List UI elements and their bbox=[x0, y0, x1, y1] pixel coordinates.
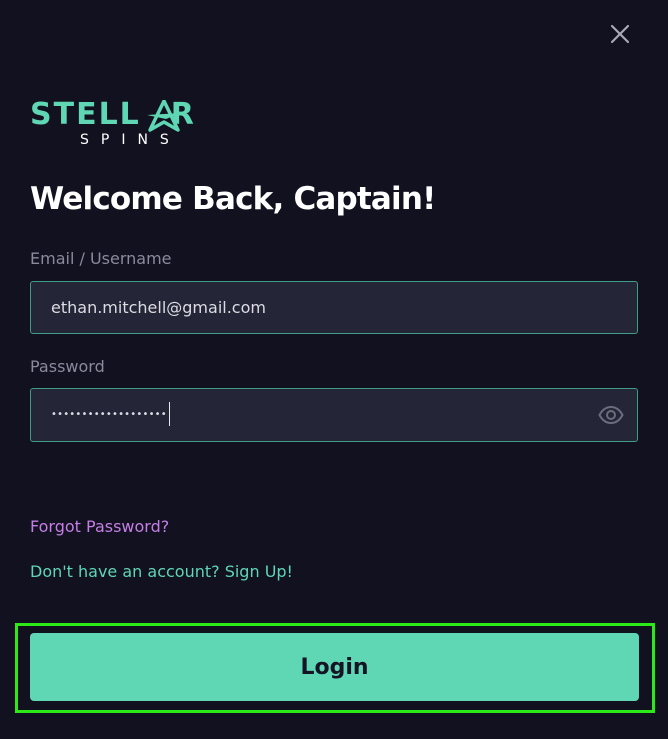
login-button[interactable]: Login bbox=[30, 633, 639, 701]
login-modal: STELL R SPINS Welcome Back, Captain! Emai… bbox=[0, 0, 668, 739]
show-password-button[interactable] bbox=[597, 402, 625, 428]
star-icon bbox=[147, 100, 181, 132]
email-label: Email / Username bbox=[30, 249, 172, 268]
close-button[interactable] bbox=[604, 18, 636, 50]
eye-icon bbox=[598, 406, 624, 424]
password-label: Password bbox=[30, 357, 105, 376]
stellar-spins-logo: STELL R SPINS bbox=[30, 98, 240, 152]
logo-subtitle: SPINS bbox=[80, 132, 181, 148]
password-masked-text: ••••••••••••••••••• bbox=[51, 409, 167, 420]
password-field-value: ••••••••••••••••••• bbox=[51, 389, 170, 440]
text-caret bbox=[168, 402, 170, 426]
password-field[interactable]: ••••••••••••••••••• bbox=[30, 388, 638, 442]
email-field[interactable] bbox=[51, 282, 591, 333]
page-title: Welcome Back, Captain! bbox=[30, 181, 436, 217]
forgot-password-link[interactable]: Forgot Password? bbox=[30, 516, 169, 538]
sign-up-link[interactable]: Don't have an account? Sign Up! bbox=[30, 561, 293, 583]
close-icon bbox=[610, 24, 630, 44]
logo-text-left: STELL bbox=[30, 97, 141, 132]
email-field-wrapper bbox=[30, 281, 638, 334]
